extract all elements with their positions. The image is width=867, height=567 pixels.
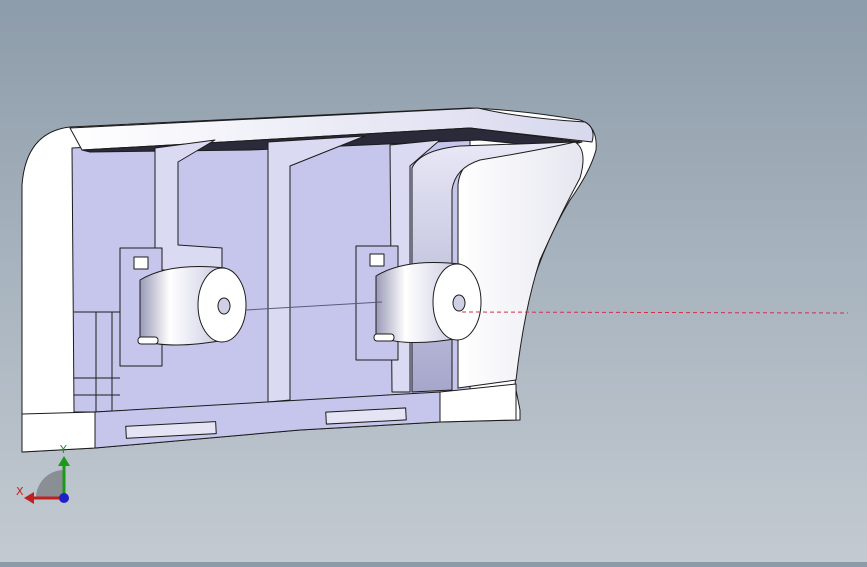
triad-graphic <box>24 456 70 504</box>
bracket-tab-left <box>133 256 149 270</box>
bracket-pin-left <box>137 336 159 345</box>
y-arrow-head <box>58 456 70 466</box>
z-axis-dot <box>59 493 69 503</box>
x-axis-label: X <box>16 485 24 498</box>
bracket-tab-right <box>369 253 385 267</box>
model-view[interactable] <box>0 0 867 562</box>
y-axis-label: Y <box>60 443 67 456</box>
bracket-pin-right <box>373 333 395 342</box>
triad-quadrant <box>36 470 64 498</box>
right-wing-panel <box>457 141 584 389</box>
orientation-triad[interactable]: X Y <box>10 440 80 510</box>
motor-shaft-left <box>217 297 231 315</box>
x-arrow-head <box>24 492 34 504</box>
graphics-area[interactable] <box>0 0 867 562</box>
motor-shaft-right <box>452 294 466 312</box>
